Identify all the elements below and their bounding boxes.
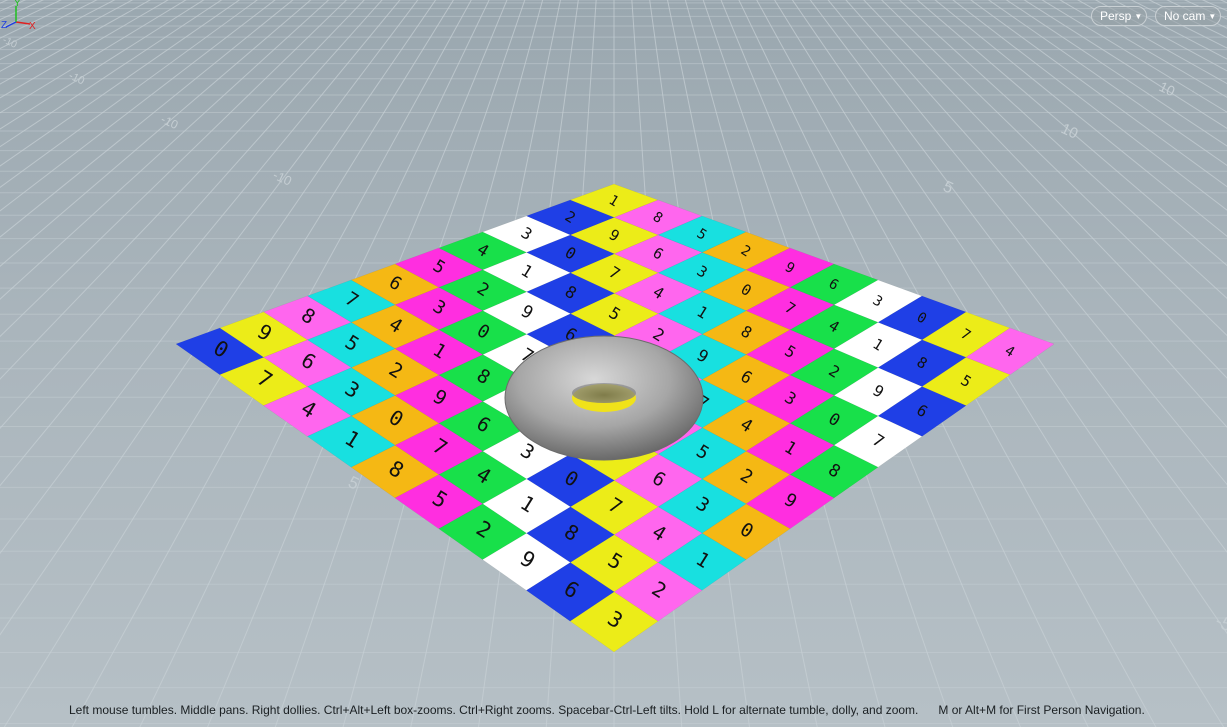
grid-label: 5	[940, 178, 955, 197]
camera-label: No cam	[1164, 9, 1206, 23]
axis-z-label: Z	[1, 20, 7, 31]
chevron-down-icon: ▼	[1134, 12, 1143, 21]
scene-viewport[interactable]: -10 -10 -10 -10 10 10 5 5 -5 1852963074296307418…	[0, 0, 1227, 727]
status-hint: Left mouse tumbles. Middle pans. Right d…	[69, 703, 1145, 717]
axis-gizmo-icon: X Y Z	[1, 0, 36, 32]
axis-x-label: X	[29, 21, 36, 32]
camera-menu-button[interactable]: No cam ▼	[1155, 6, 1221, 26]
torus-object[interactable]	[504, 335, 704, 461]
persp-menu-button[interactable]: Persp ▼	[1091, 6, 1147, 26]
torus-hole-shadow	[572, 383, 636, 403]
grid-label: -10	[271, 167, 294, 189]
scene-canvas[interactable]: -10-10-10-10101055-5 1852963074296307418…	[0, 0, 1227, 727]
grid-label: -10	[159, 112, 181, 132]
persp-label: Persp	[1100, 9, 1132, 23]
grid-label: 10	[1157, 78, 1178, 99]
chevron-down-icon: ▼	[1208, 12, 1217, 21]
axis-y-label: Y	[14, 0, 21, 9]
